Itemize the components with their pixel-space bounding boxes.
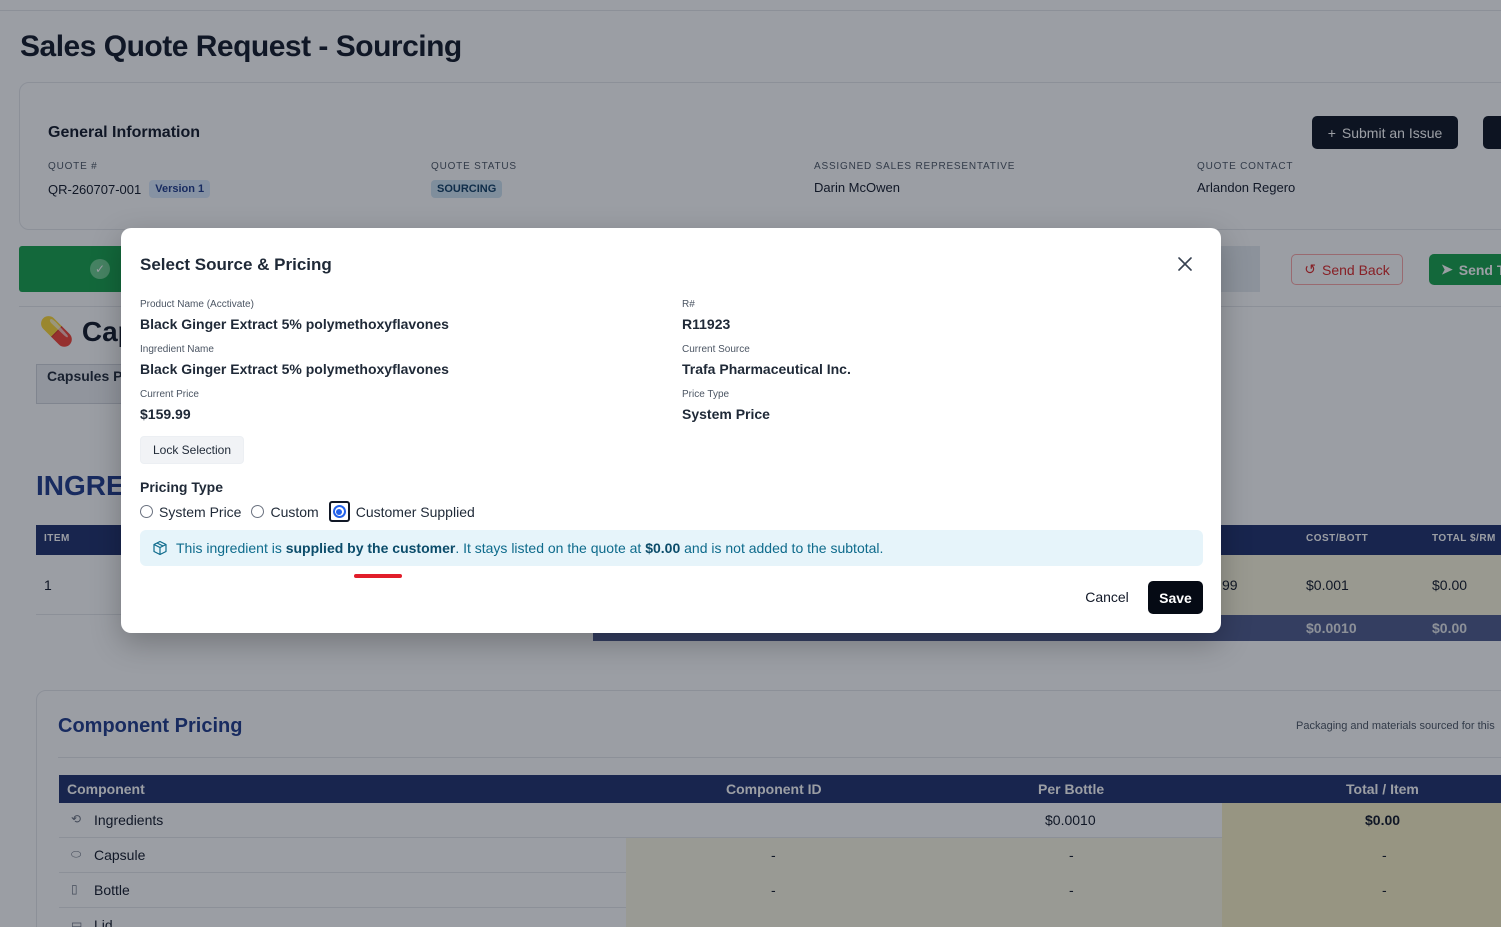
notice-bold-1: supplied by the customer [285, 540, 456, 556]
box-icon [153, 540, 167, 556]
current-source-label: Current Source [682, 344, 750, 355]
pricing-type-label: Pricing Type [140, 479, 223, 495]
pricing-type-radio-group: System Price Custom Customer Supplied [140, 501, 475, 522]
notice-text-3: and is not added to the subtotal. [680, 540, 884, 556]
modal-title: Select Source & Pricing [140, 255, 332, 274]
radio-label: Custom [270, 503, 319, 520]
lock-selection-button[interactable]: Lock Selection [140, 436, 244, 464]
r-number-value: R11923 [682, 316, 731, 332]
price-type-value: System Price [682, 406, 770, 422]
notice-bold-2: $0.00 [645, 540, 681, 556]
r-number-label: R# [682, 299, 695, 310]
current-price-field: Current Price $159.99 [140, 389, 199, 422]
product-name-field: Product Name (Acctivate) Black Ginger Ex… [140, 299, 449, 332]
notice-text-2: . It stays listed on the quote at [455, 540, 646, 556]
radio-customer-supplied[interactable]: Customer Supplied [328, 501, 475, 522]
ingredient-name-value: Black Ginger Extract 5% polymethoxyflavo… [140, 361, 449, 377]
radio-circle[interactable] [140, 505, 153, 518]
r-number-field: R# R11923 [682, 299, 730, 332]
radio-custom[interactable]: Custom [251, 503, 319, 520]
save-button[interactable]: Save [1148, 581, 1203, 614]
ingredient-name-label: Ingredient Name [140, 344, 214, 355]
close-icon [1178, 257, 1192, 271]
price-type-field: Price Type System Price [682, 389, 770, 422]
product-name-value: Black Ginger Extract 5% polymethoxyflavo… [140, 316, 449, 332]
close-button[interactable] [1173, 252, 1197, 276]
current-source-value: Trafa Pharmaceutical Inc. [682, 361, 851, 377]
cancel-button[interactable]: Cancel [1076, 581, 1138, 613]
radio-label: Customer Supplied [355, 503, 475, 520]
ingredient-name-field: Ingredient Name Black Ginger Extract 5% … [140, 344, 449, 377]
current-price-label: Current Price [140, 389, 199, 400]
current-price-value: $159.99 [140, 406, 191, 422]
radio-circle-selected[interactable] [332, 505, 346, 518]
radio-system-price[interactable]: System Price [140, 504, 241, 520]
radio-label: System Price [159, 503, 242, 520]
customer-supplied-notice: This ingredient is supplied by the custo… [140, 530, 1203, 566]
select-source-pricing-modal: Select Source & Pricing Product Name (Ac… [121, 228, 1221, 633]
notice-text-1: This ingredient is [176, 540, 286, 556]
price-type-label: Price Type [682, 389, 730, 400]
radio-circle[interactable] [251, 505, 265, 518]
product-name-label: Product Name (Acctivate) [140, 299, 254, 310]
annotation-underline [354, 574, 402, 578]
current-source-field: Current Source Trafa Pharmaceutical Inc. [682, 344, 851, 377]
